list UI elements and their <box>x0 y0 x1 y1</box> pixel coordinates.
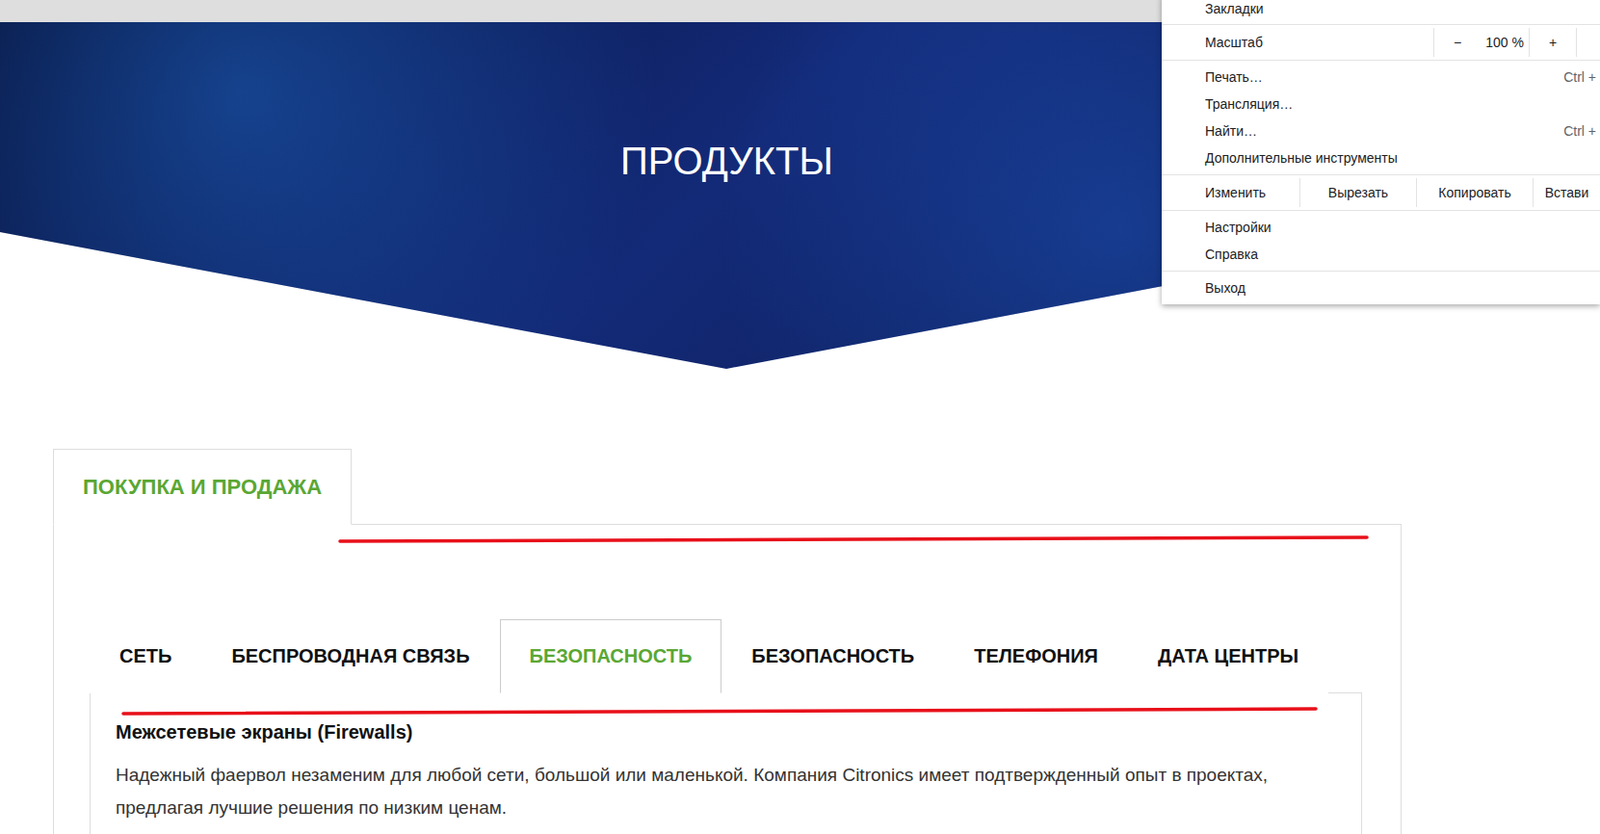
hero-title: ПРОДУКТЫ <box>620 139 834 184</box>
edit-action-button[interactable]: Копировать <box>1416 178 1533 208</box>
outer-tab[interactable]: ПОКУПКА И ПРОДАЖА <box>52 448 352 525</box>
zoom-out-button[interactable]: − <box>1433 27 1481 57</box>
content-heading: Межсетевые экраны (Firewalls) <box>115 720 1337 744</box>
inner-panel: Межсетевые экраны (Firewalls) Надежный фа… <box>89 692 1363 834</box>
menu-item[interactable]: Дополнительные инструменты <box>1161 144 1600 172</box>
page: ПРОДУКТЫ ПОКУПКА И ПРОДАЖА СЕТЬБЕСПРОВОДНА… <box>0 0 1600 834</box>
inner-tab[interactable]: ДАТА ЦЕНТРЫ <box>1127 619 1329 694</box>
menu-shortcut: Ctrl + <box>1563 123 1597 139</box>
inner-tab[interactable]: БЕЗОПАСНОСТЬ <box>721 619 945 694</box>
zoom-in-button[interactable]: + <box>1528 27 1576 57</box>
zoom-label: Масштаб <box>1205 27 1434 57</box>
inner-tab[interactable]: ТЕЛЕФОНИЯ <box>944 619 1128 694</box>
menu-group: Масштаб−100 %+ <box>1161 24 1600 60</box>
browser-menu: ЗакладкиМасштаб−100 %+Печать…Ctrl +Транс… <box>1161 0 1600 305</box>
menu-item[interactable]: Справка <box>1161 240 1600 268</box>
red-underline-mark <box>338 534 1369 545</box>
edit-action-button[interactable]: Вырезать <box>1299 178 1417 208</box>
zoom-value: 100 % <box>1480 27 1529 57</box>
menu-group: Печать…Ctrl +Трансляция…Найти…Ctrl +Допо… <box>1161 59 1600 175</box>
menu-item[interactable]: Печать…Ctrl + <box>1161 63 1600 91</box>
edit-label: Изменить <box>1205 178 1300 208</box>
outer-panel: СЕТЬБЕСПРОВОДНАЯ СВЯЗЬБЕЗОПАСНОСТЬБЕЗОПА… <box>52 524 1402 834</box>
menu-group: НастройкиСправка <box>1161 209 1600 271</box>
menu-item[interactable]: Трансляция… <box>1161 90 1600 118</box>
menu-item[interactable]: Выход <box>1161 274 1600 302</box>
menu-shortcut: Ctrl + <box>1563 69 1597 85</box>
inner-tabs: СЕТЬБЕСПРОВОДНАЯ СВЯЗЬБЕЗОПАСНОСТЬБЕЗОПА… <box>89 619 1363 693</box>
inner-tab[interactable]: БЕСПРОВОДНАЯ СВЯЗЬ <box>201 619 499 694</box>
fullscreen-button[interactable] <box>1575 27 1600 57</box>
content-paragraph: Надежный фаервол незаменим для любой сет… <box>115 759 1337 825</box>
zoom-row: Масштаб−100 %+ <box>1161 27 1600 57</box>
inner-tab[interactable]: СЕТЬ <box>89 619 202 694</box>
menu-group: ИзменитьВырезатьКопироватьВстави <box>1161 174 1600 210</box>
products-section: ПОКУПКА И ПРОДАЖАСЕТЬБЕСПРОВОДНАЯ СВЯЗЬБ… <box>52 368 1402 834</box>
edit-row: ИзменитьВырезатьКопироватьВстави <box>1161 178 1600 208</box>
edit-action-button[interactable]: Встави <box>1532 178 1600 208</box>
outer-tabs: ПОКУПКА И ПРОДАЖА <box>52 448 1402 525</box>
menu-item[interactable]: Найти…Ctrl + <box>1161 117 1600 145</box>
menu-item[interactable]: Закладки <box>1161 0 1600 23</box>
menu-group: Выход <box>1161 270 1600 305</box>
menu-item[interactable]: Настройки <box>1161 213 1600 241</box>
menu-group: Закладки <box>1161 0 1600 25</box>
inner-tab[interactable]: БЕЗОПАСНОСТЬ <box>499 619 723 694</box>
red-underline-mark <box>121 706 1318 716</box>
